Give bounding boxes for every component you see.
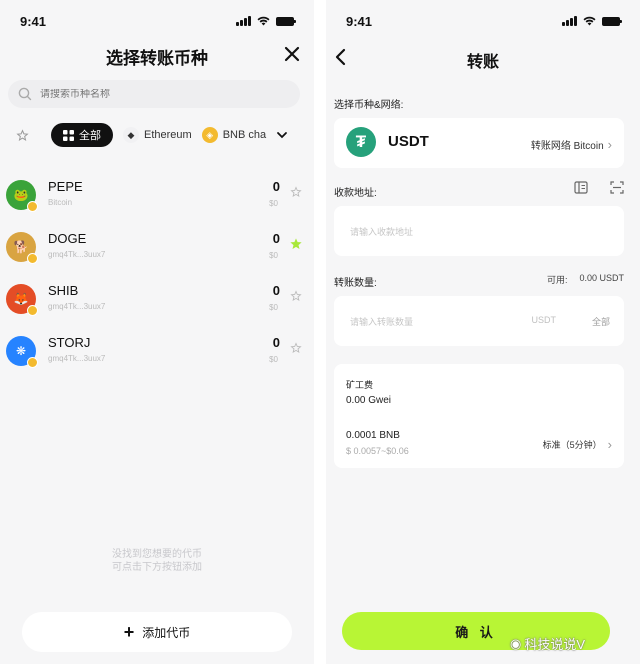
close-icon[interactable]: [282, 44, 302, 64]
fee-speed-label: 标准（5分钟）: [542, 440, 602, 450]
token-usd: $0: [269, 199, 278, 208]
status-bar: 9:41: [346, 12, 622, 30]
available-balance: 可用: 0.00 USDT: [547, 273, 624, 286]
doge-logo-icon: 🐕: [6, 232, 38, 264]
token-sub: gmq4Tk...3uux7: [48, 250, 106, 259]
battery-icon: [602, 16, 622, 26]
token-balance: 0: [272, 179, 280, 194]
token-balance: 0: [272, 283, 280, 298]
tether-icon: ₮: [346, 127, 376, 157]
grid-icon: [63, 129, 74, 141]
fee-usd: $ 0.0057~$0.06: [346, 446, 409, 456]
token-balance: 0: [272, 231, 280, 246]
plus-icon: +: [123, 622, 135, 642]
available-value: 0.00 USDT: [579, 273, 624, 283]
star-icon[interactable]: [290, 186, 302, 198]
coin-network-label: 选择币种&网络:: [334, 100, 404, 111]
weibo-icon: ◉: [510, 635, 522, 651]
filter-bnb-chip[interactable]: ◈ BNB cha: [201, 127, 267, 143]
token-row[interactable]: 🐸 PEPE Bitcoin 0 $0: [0, 170, 314, 222]
ethereum-icon: ◆: [123, 127, 139, 143]
token-sub: gmq4Tk...3uux7: [48, 354, 106, 363]
wifi-icon: [257, 16, 270, 26]
available-label: 可用:: [546, 275, 568, 285]
add-token-button[interactable]: + 添加代币: [22, 612, 292, 652]
network-selector[interactable]: 转账网络 Bitcoin ›: [531, 137, 612, 152]
filter-ethereum-chip[interactable]: ◆ Ethereum: [123, 127, 192, 143]
add-token-label: 添加代币: [142, 625, 191, 640]
star-active-icon[interactable]: [290, 238, 302, 250]
amount-label: 转账数量:: [334, 278, 377, 289]
watermark-text: 科技说说V: [524, 637, 586, 652]
search-icon: [18, 87, 32, 101]
shib-logo-icon: 🦊: [6, 284, 38, 316]
token-usd: $0: [269, 303, 278, 312]
address-label: 收款地址:: [334, 188, 377, 199]
bnb-icon: ◈: [201, 127, 218, 143]
chevron-right-icon: ›: [607, 137, 612, 152]
amount-all-button[interactable]: 全部: [592, 315, 610, 328]
fee-gwei: 0.00 Gwei: [346, 395, 392, 406]
transfer-screen: 9:41 转账 选择币种&网络: ₮ USDT 转账网络 Bitcoin › 收…: [326, 0, 640, 664]
token-row[interactable]: 🦊 SHIB gmq4Tk...3uux7 0 $0: [0, 274, 314, 326]
address-placeholder: 请输入收款地址: [350, 227, 414, 237]
token-row[interactable]: ❋ STORJ gmq4Tk...3uux7 0 $0: [0, 326, 314, 378]
network-filter-row: 全部 ◆ Ethereum ◈ BNB cha: [16, 122, 314, 148]
storj-logo-icon: ❋: [6, 336, 38, 368]
fee-bnb: 0.0001 BNB: [346, 430, 400, 441]
coin-selector[interactable]: ₮ USDT 转账网络 Bitcoin ›: [334, 118, 624, 168]
filter-all-chip[interactable]: 全部: [51, 123, 113, 147]
scan-icon[interactable]: [610, 181, 624, 194]
battery-icon: [276, 16, 296, 26]
address-input-field[interactable]: 请输入收款地址: [334, 206, 624, 256]
token-list: 🐸 PEPE Bitcoin 0 $0 🐕 DOGE gmq4Tk...3uux…: [0, 170, 314, 378]
token-sub: gmq4Tk...3uux7: [48, 302, 106, 311]
token-name: DOGE: [48, 231, 87, 246]
address-book-icon[interactable]: [574, 181, 588, 194]
token-name: SHIB: [48, 283, 79, 298]
filter-all-label: 全部: [79, 130, 101, 142]
search-bar[interactable]: [8, 80, 300, 108]
page-title: 选择转账币种: [106, 49, 208, 68]
pepe-logo-icon: 🐸: [6, 180, 38, 212]
star-filter-icon[interactable]: [16, 128, 29, 142]
empty-hint-line-1: 没找到您想要的代币: [112, 549, 202, 560]
miner-fee-card: 矿工费 0.00 Gwei 0.0001 BNB $ 0.0057~$0.06 …: [334, 364, 624, 468]
filter-ethereum-label: Ethereum: [144, 129, 192, 141]
screen-divider: [314, 0, 326, 664]
filter-bnb-label: BNB cha: [222, 129, 267, 141]
amount-input-field[interactable]: 请输入转账数量 USDT 全部: [334, 296, 624, 346]
signal-icon: [562, 16, 577, 26]
chevron-down-icon[interactable]: [276, 129, 288, 141]
empty-hint: 没找到您想要的代币 可点击下方按钮添加: [0, 548, 314, 574]
status-time: 9:41: [20, 13, 47, 29]
token-name: PEPE: [48, 179, 83, 194]
search-input[interactable]: [40, 88, 270, 100]
status-time: 9:41: [346, 13, 373, 29]
chevron-right-icon: ›: [607, 437, 612, 452]
token-balance: 0: [272, 335, 280, 350]
token-row[interactable]: 🐕 DOGE gmq4Tk...3uux7 0 $0: [0, 222, 314, 274]
star-icon[interactable]: [290, 342, 302, 354]
select-token-screen: 9:41 选择转账币种 全部 ◆ Ethereum ◈ BNB cha 🐸: [0, 0, 314, 664]
token-sub: Bitcoin: [48, 198, 73, 207]
amount-unit: USDT: [531, 315, 557, 325]
wifi-icon: [583, 16, 596, 26]
token-usd: $0: [269, 355, 278, 364]
coin-name: USDT: [388, 133, 429, 150]
token-name: STORJ: [48, 335, 91, 350]
signal-icon: [236, 16, 251, 26]
token-usd: $0: [269, 251, 278, 260]
page-title: 转账: [466, 54, 499, 71]
watermark: ◉ 科技说说V: [510, 634, 585, 653]
status-bar: 9:41: [20, 12, 296, 30]
fee-label: 矿工费: [346, 380, 374, 390]
network-label: 转账网络 Bitcoin: [530, 141, 604, 152]
star-icon[interactable]: [290, 290, 302, 302]
fee-speed-selector[interactable]: 标准（5分钟） ›: [543, 437, 612, 452]
amount-placeholder: 请输入转账数量: [350, 317, 414, 327]
empty-hint-line-2: 可点击下方按钮添加: [112, 562, 202, 573]
